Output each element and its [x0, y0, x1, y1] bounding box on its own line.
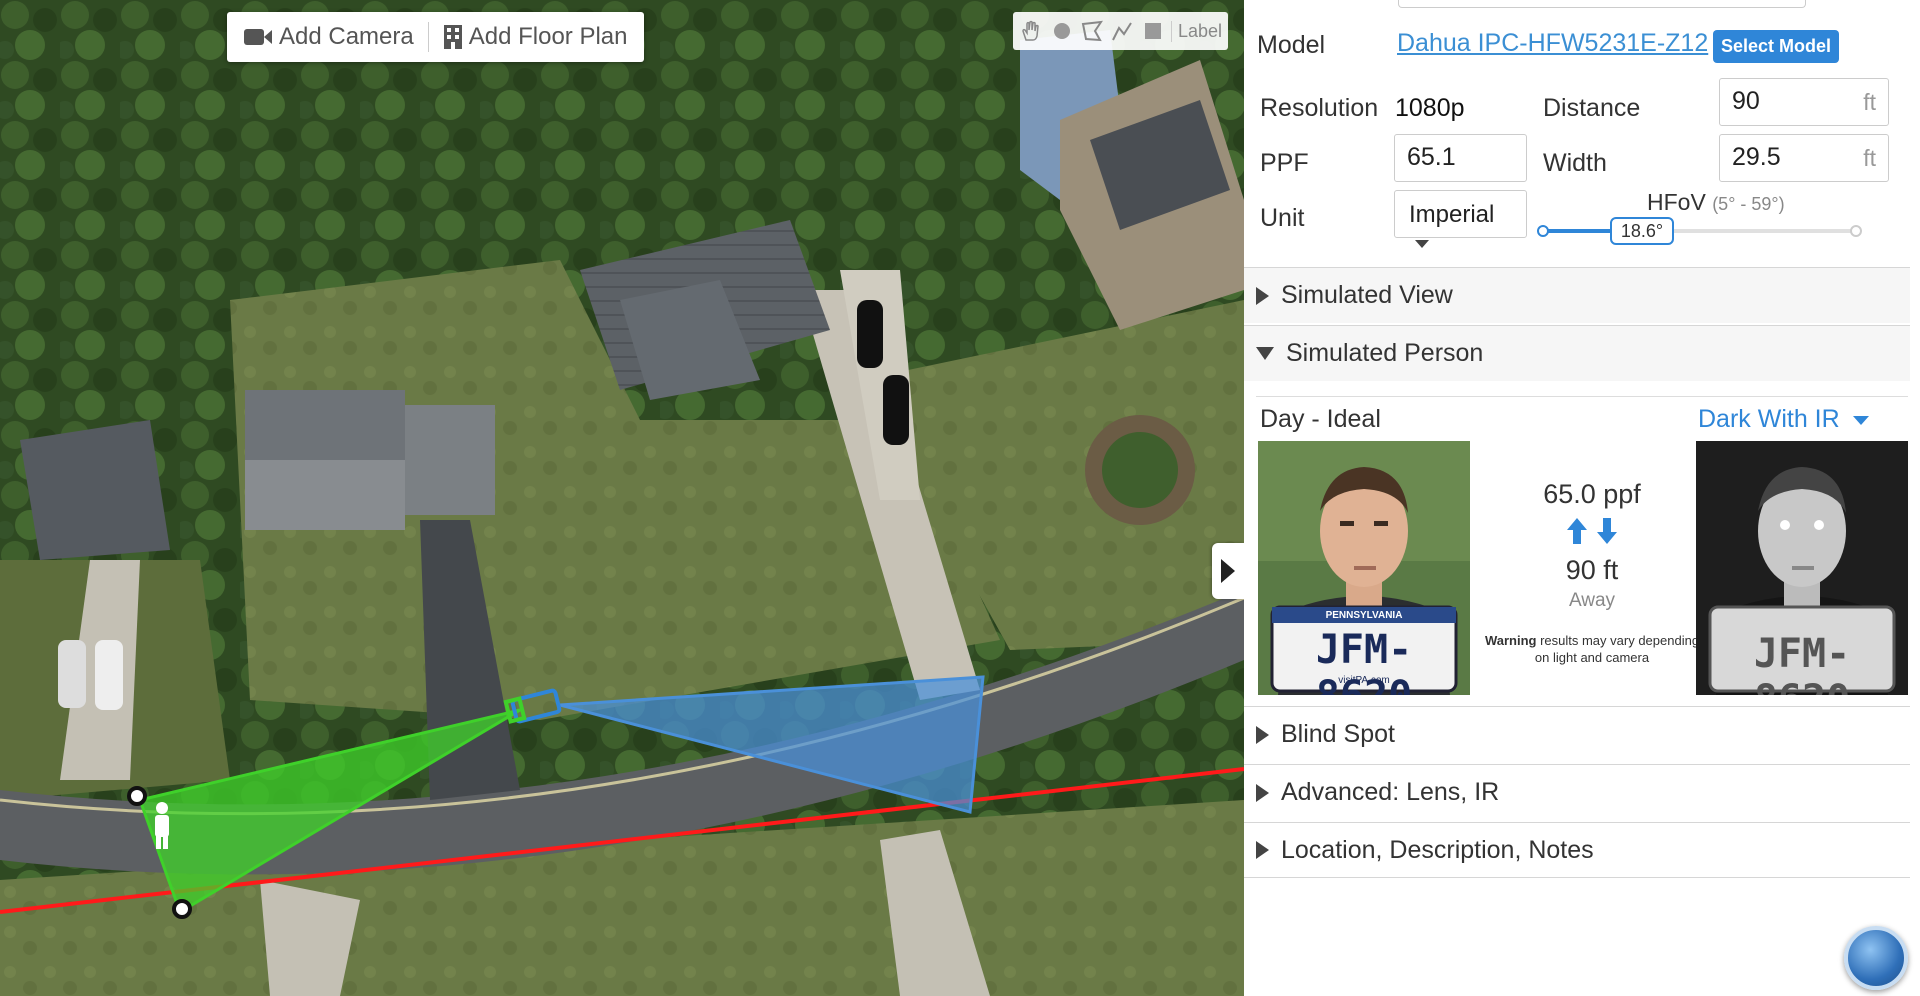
section-simulated-view[interactable]: Simulated View: [1244, 267, 1910, 323]
rectangle-tool-icon[interactable]: [1141, 18, 1165, 44]
add-floor-plan-button[interactable]: Add Floor Plan: [437, 23, 634, 51]
ppf-readout: 65.0 ppf: [1543, 479, 1641, 509]
camera-name-field[interactable]: [1398, 0, 1806, 8]
chevron-right-icon: [1221, 559, 1235, 583]
resolution-label: Resolution: [1260, 94, 1379, 122]
distance-readout: 90 ft: [1565, 555, 1619, 585]
polygon-tool-icon[interactable]: [1080, 18, 1104, 44]
add-camera-label: Add Camera: [279, 23, 414, 50]
width-unit: ft: [1863, 145, 1876, 171]
day-person-photo: PENNSYLVANIA JFM-8620 visitPA.com: [1258, 441, 1470, 695]
night-mode-dropdown[interactable]: Dark With IR: [1698, 405, 1869, 434]
camera-settings-panel: Model Dahua IPC-HFW5231E-Z12 Select Mode…: [1244, 0, 1920, 996]
simulated-person-content: Day - Ideal Dark With IR PENNSYLVANIA JF…: [1256, 396, 1908, 696]
add-camera-button[interactable]: Add Camera: [237, 23, 420, 51]
distance-label: Distance: [1543, 94, 1641, 122]
hfov-label: HFoV: [1647, 189, 1706, 215]
ir-person-photo: JFM-8620: [1696, 441, 1908, 695]
hfov-slider-handle[interactable]: 18.6°: [1610, 217, 1674, 245]
drawing-toolbar: Label: [1013, 12, 1228, 50]
triangle-down-icon: [1256, 347, 1274, 360]
ppf-input[interactable]: 65.1: [1394, 134, 1527, 182]
toolbar-divider: [427, 22, 429, 52]
width-label: Width: [1543, 149, 1607, 177]
caret-down-icon: [1852, 415, 1869, 425]
unit-label: Unit: [1260, 204, 1305, 232]
caret-down-icon: [1415, 239, 1429, 248]
chat-help-button[interactable]: [1844, 926, 1908, 990]
hfov-range: (5° - 59°): [1712, 194, 1785, 214]
width-value: 29.5: [1732, 143, 1781, 171]
map-view[interactable]: Add Camera Add Floor Plan Label: [0, 0, 1244, 996]
model-label: Model: [1257, 31, 1326, 59]
triangle-right-icon: [1256, 783, 1269, 802]
ppf-distance-info: 65.0 ppf 90 ft Away Warning results may …: [1482, 479, 1702, 666]
circle-tool-icon[interactable]: [1049, 18, 1073, 44]
video-camera-icon: [244, 29, 272, 45]
unit-select-value: Imperial: [1409, 201, 1495, 228]
section-blind-spot-label: Blind Spot: [1281, 720, 1395, 748]
hfov-slider-max-knob[interactable]: [1850, 225, 1862, 237]
hfov-slider-min-knob[interactable]: [1537, 225, 1549, 237]
unit-select[interactable]: Imperial: [1394, 190, 1527, 248]
resolution-value: 1080p: [1395, 94, 1465, 122]
ppf-value: 65.1: [1407, 143, 1456, 171]
pan-hand-icon[interactable]: [1019, 18, 1043, 44]
add-floor-plan-label: Add Floor Plan: [468, 23, 628, 50]
section-advanced-label: Advanced: Lens, IR: [1281, 778, 1500, 806]
model-link[interactable]: Dahua IPC-HFW5231E-Z12: [1397, 29, 1708, 58]
section-advanced[interactable]: Advanced: Lens, IR: [1244, 764, 1910, 820]
distance-input[interactable]: 90 ft: [1719, 78, 1889, 126]
triangle-right-icon: [1256, 841, 1269, 859]
satellite-imagery: [0, 0, 1244, 996]
polyline-tool-icon[interactable]: [1110, 18, 1134, 44]
collapse-panel-button[interactable]: [1212, 543, 1244, 599]
day-mode-label: Day - Ideal: [1260, 405, 1381, 433]
section-location[interactable]: Location, Description, Notes: [1244, 822, 1910, 878]
label-tool-button[interactable]: Label: [1170, 20, 1222, 42]
section-simulated-person-label: Simulated Person: [1286, 339, 1484, 367]
hfov-slider-track[interactable]: [1542, 229, 1855, 233]
plate-state-day: PENNSYLVANIA: [1325, 610, 1403, 621]
warning-note: Warning results may vary depending on li…: [1482, 632, 1702, 666]
night-mode-value: Dark With IR: [1698, 405, 1840, 433]
select-model-button[interactable]: Select Model: [1713, 30, 1840, 63]
distance-value: 90: [1732, 87, 1760, 115]
section-location-label: Location, Description, Notes: [1281, 835, 1594, 864]
up-down-arrows-icon[interactable]: [1562, 516, 1622, 546]
ppf-label: PPF: [1260, 149, 1309, 177]
warning-bold: Warning: [1484, 633, 1537, 648]
triangle-right-icon: [1256, 286, 1269, 305]
distance-unit: ft: [1863, 89, 1876, 115]
plate-number-ir: JFM-8620: [1753, 631, 1851, 695]
section-blind-spot[interactable]: Blind Spot: [1244, 706, 1910, 762]
triangle-right-icon: [1256, 725, 1269, 744]
hfov-heading: HFoV (5° - 59°): [1647, 189, 1785, 216]
away-label: Away: [1568, 590, 1616, 611]
width-input[interactable]: 29.5 ft: [1719, 134, 1889, 182]
section-simulated-view-label: Simulated View: [1281, 281, 1453, 309]
section-simulated-person[interactable]: Simulated Person: [1244, 325, 1910, 381]
building-icon: [443, 25, 462, 49]
map-toolbar: Add Camera Add Floor Plan: [227, 12, 644, 62]
arrows: [1482, 516, 1702, 553]
warning-text: results may vary depending on light and …: [1534, 633, 1700, 665]
hfov-slider-fill: [1542, 229, 1621, 233]
plate-site-day: visitPA.com: [1338, 675, 1390, 686]
